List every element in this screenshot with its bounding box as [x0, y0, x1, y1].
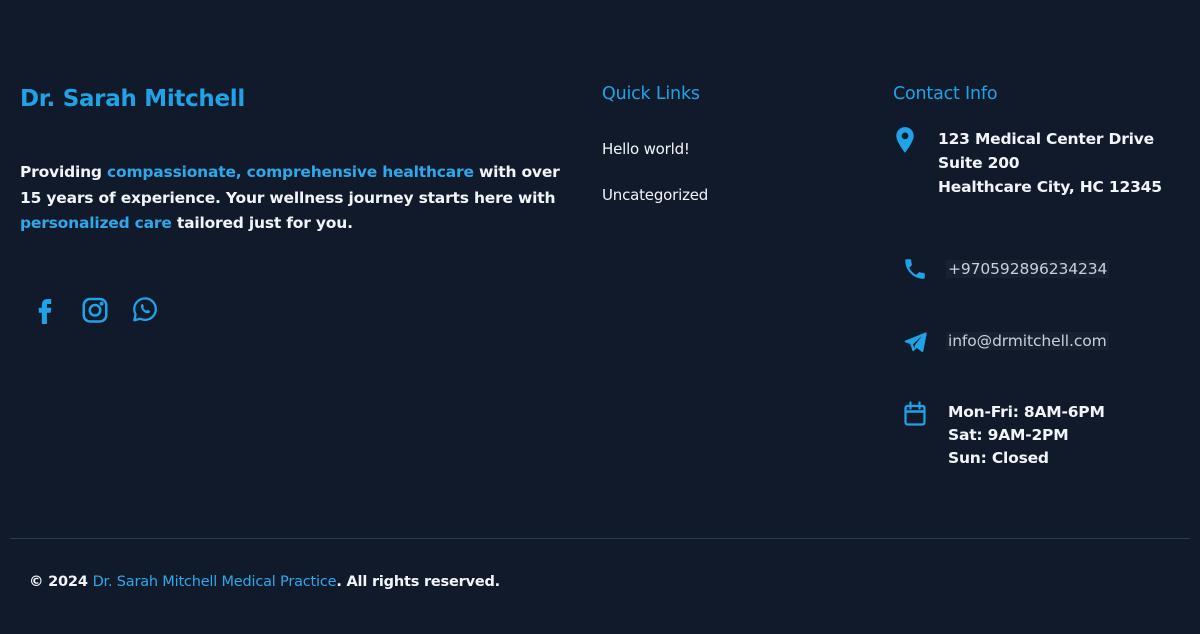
about-text: Providing compassionate, comprehensive h… — [20, 160, 585, 237]
social-links — [30, 292, 160, 326]
facebook-icon — [38, 299, 52, 324]
copyright-suffix: . All rights reserved. — [336, 574, 500, 590]
whatsapp-icon — [133, 297, 157, 322]
footer-divider — [10, 538, 1190, 539]
map-pin-icon — [894, 126, 916, 154]
address-line: Healthcare City, HC 12345 — [938, 178, 1162, 196]
phone-icon — [902, 256, 928, 282]
quick-link-hello-world[interactable]: Hello world! — [602, 140, 690, 158]
address-line: 123 Medical Center Drive — [938, 130, 1154, 148]
brand-title: Dr. Sarah Mitchell — [20, 86, 245, 112]
contact-address: 123 Medical Center Drive Suite 200 Healt… — [938, 127, 1162, 199]
about-text-part: Providing — [20, 163, 108, 181]
instagram-link[interactable] — [80, 292, 110, 326]
hours-line: Sat: 9AM-2PM — [948, 426, 1069, 444]
whatsapp-link[interactable] — [130, 292, 160, 326]
calendar-icon — [903, 401, 927, 427]
hours-line: Sun: Closed — [948, 449, 1049, 467]
quick-link-uncategorized[interactable]: Uncategorized — [602, 186, 708, 204]
contact-phone-link[interactable]: +970592896234234 — [946, 260, 1109, 278]
office-hours: Mon-Fri: 8AM-6PM Sat: 9AM-2PM Sun: Close… — [948, 401, 1105, 470]
contact-email-link[interactable]: info@drmitchell.com — [946, 332, 1109, 350]
quick-links-title: Quick Links — [602, 84, 700, 104]
copyright-text: © 2024 Dr. Sarah Mitchell Medical Practi… — [29, 574, 500, 590]
contact-info-title: Contact Info — [893, 84, 998, 104]
about-highlight: compassionate, comprehensive healthcare — [107, 163, 474, 181]
site-footer: Dr. Sarah Mitchell Providing compassiona… — [0, 0, 1200, 634]
about-text-part: tailored just for you. — [171, 214, 353, 232]
about-highlight: personalized care — [20, 214, 172, 232]
copyright-prefix: © 2024 — [29, 574, 93, 590]
instagram-icon — [82, 297, 108, 323]
hours-line: Mon-Fri: 8AM-6PM — [948, 403, 1105, 421]
copyright-practice-link[interactable]: Dr. Sarah Mitchell Medical Practice — [93, 574, 337, 590]
facebook-link[interactable] — [30, 292, 60, 326]
paper-plane-icon — [903, 330, 928, 354]
address-line: Suite 200 — [938, 154, 1020, 172]
